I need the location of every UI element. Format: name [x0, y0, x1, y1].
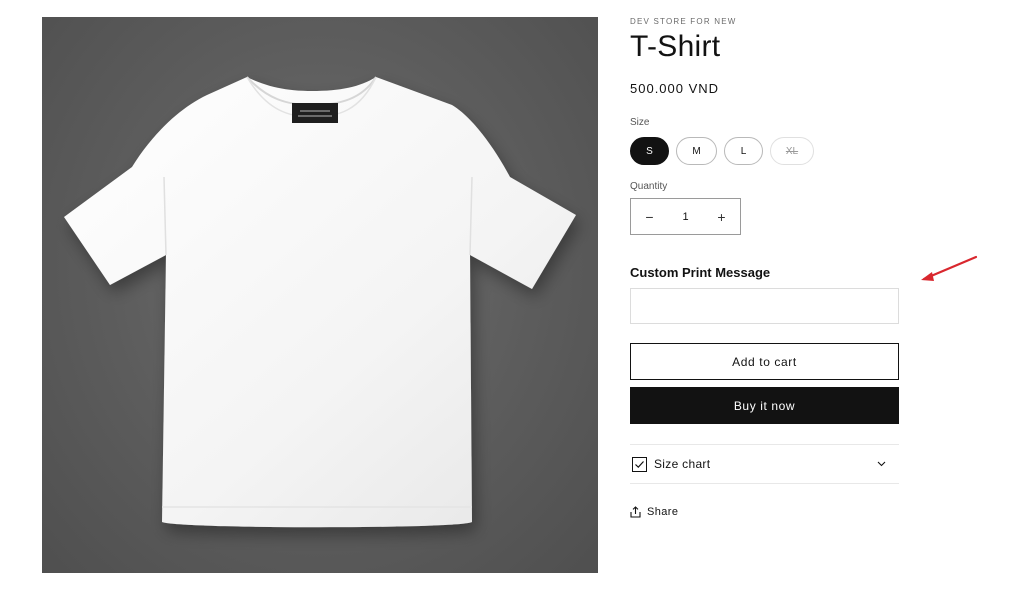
chevron-down-icon — [875, 458, 887, 470]
quantity-stepper: − 1 + — [630, 198, 741, 235]
quantity-decrease-button[interactable]: − — [631, 199, 668, 234]
add-to-cart-button[interactable]: Add to cart — [630, 343, 899, 380]
size-chart-label: Size chart — [654, 457, 711, 471]
size-option-m[interactable]: M — [676, 137, 717, 165]
checkbox-icon — [631, 456, 647, 472]
size-label: Size — [630, 117, 650, 128]
size-chart-accordion[interactable]: Size chart — [630, 444, 899, 484]
product-title: T-Shirt — [630, 30, 721, 63]
size-option-s[interactable]: S — [630, 137, 669, 165]
share-icon — [630, 506, 641, 518]
annotation-arrow-icon — [921, 255, 978, 281]
share-label: Share — [647, 506, 679, 518]
product-price: 500.000 VND — [630, 81, 720, 96]
share-button[interactable]: Share — [630, 506, 678, 518]
product-image[interactable] — [42, 17, 598, 573]
custom-print-label: Custom Print Message — [630, 265, 771, 280]
tshirt-image — [64, 76, 576, 528]
buy-now-button[interactable]: Buy it now — [630, 387, 899, 424]
quantity-input[interactable]: 1 — [668, 211, 703, 223]
quantity-increase-button[interactable]: + — [703, 199, 740, 234]
size-option-xl[interactable]: XL — [770, 137, 814, 165]
custom-print-input[interactable] — [630, 288, 899, 324]
neck-label — [292, 103, 338, 123]
size-options: S M L XL — [630, 137, 814, 165]
quantity-label: Quantity — [630, 181, 668, 192]
size-option-l[interactable]: L — [724, 137, 763, 165]
vendor-name: DEV STORE FOR NEW — [630, 17, 737, 26]
